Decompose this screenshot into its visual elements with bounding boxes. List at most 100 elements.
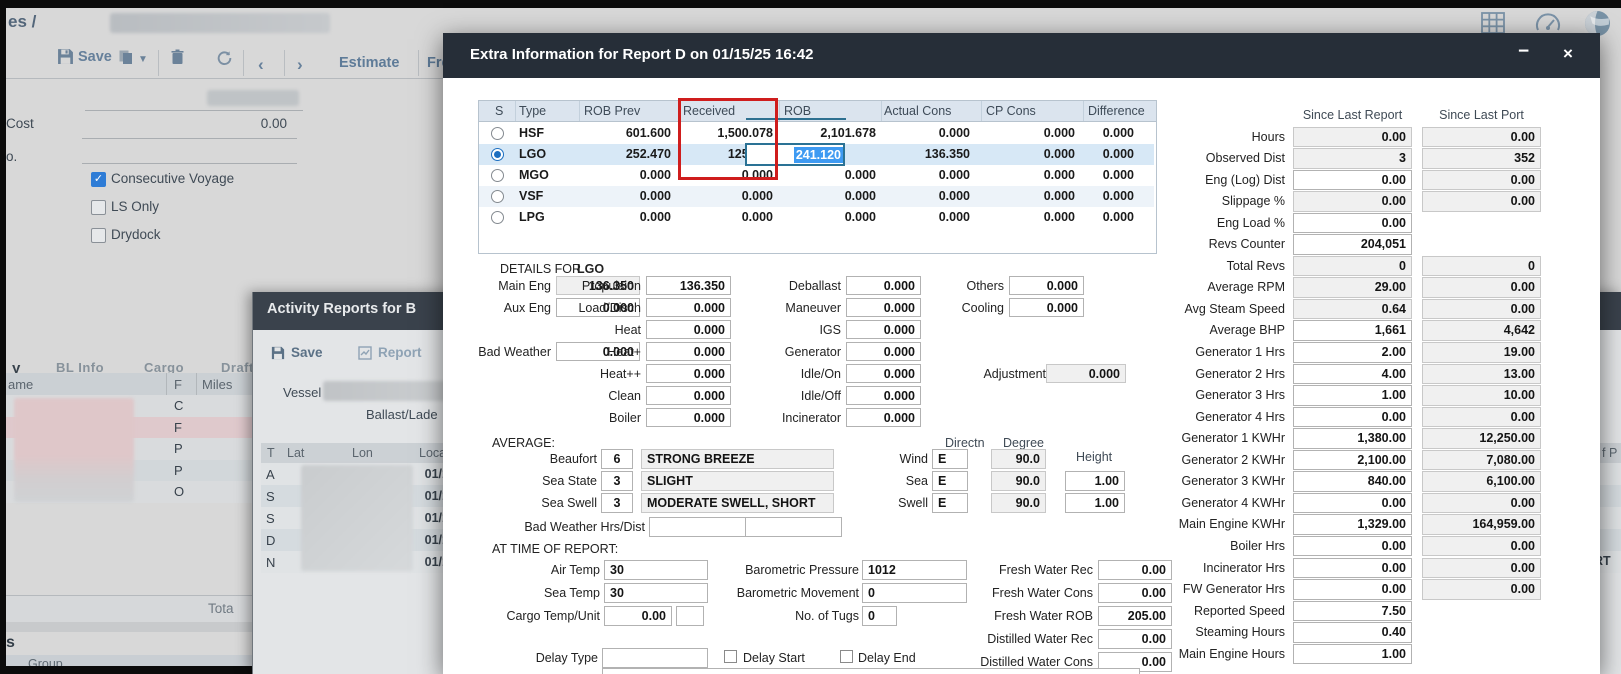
generator-3-hrs-since-last-report[interactable]: 1.00 bbox=[1293, 385, 1412, 406]
bad-weather-hrs-input[interactable] bbox=[649, 517, 746, 537]
generator-4-hrs-since-last-report[interactable]: 0.00 bbox=[1293, 407, 1412, 428]
reported-speed-since-last-report[interactable]: 7.50 bbox=[1293, 601, 1412, 622]
idle-on-label: Idle/On bbox=[801, 367, 841, 381]
save-button[interactable]: Save bbox=[78, 49, 112, 65]
next-button[interactable]: › bbox=[297, 55, 303, 75]
generator-2-kwhr-since-last-report[interactable]: 2,100.00 bbox=[1293, 450, 1412, 471]
delay-remarks-input[interactable] bbox=[602, 668, 1140, 674]
observed-dist-label: Observed Dist bbox=[1206, 151, 1285, 165]
beaufort-input[interactable]: 6 bbox=[601, 449, 633, 469]
others-input[interactable]: 0.000 bbox=[1009, 276, 1084, 295]
cooling-input[interactable]: 0.000 bbox=[1009, 298, 1084, 317]
steaming-hours-since-last-report[interactable]: 0.40 bbox=[1293, 622, 1412, 643]
generator-2-kwhr-label: Generator 2 KWHr bbox=[1181, 453, 1285, 467]
minimize-button[interactable]: − bbox=[1518, 41, 1529, 63]
boiler-input[interactable]: 0.000 bbox=[646, 408, 731, 427]
fuel-row-select-radio[interactable] bbox=[491, 211, 504, 224]
rob-input[interactable]: 241.120 bbox=[745, 143, 845, 166]
activity-cell-type: N bbox=[266, 555, 275, 570]
checkbox-drydock[interactable] bbox=[91, 228, 106, 243]
fuel-row-select-radio[interactable] bbox=[491, 127, 504, 140]
vessel-label: Vessel bbox=[283, 385, 321, 400]
boiler-hrs-since-last-report[interactable]: 0.00 bbox=[1293, 536, 1412, 557]
delay-start-checkbox[interactable] bbox=[724, 650, 737, 663]
sea-temp-input[interactable]: 30 bbox=[604, 583, 708, 603]
prev-button[interactable]: ‹ bbox=[258, 55, 264, 75]
refresh-icon[interactable] bbox=[216, 49, 233, 66]
heat--input[interactable]: 0.000 bbox=[646, 342, 731, 361]
fuel-row-select-radio[interactable] bbox=[491, 148, 504, 161]
fuel-row-select-radio[interactable] bbox=[491, 169, 504, 182]
fuel-row-hsf[interactable]: HSF601.6001,500.0782,101.6780.0000.0000.… bbox=[479, 123, 1154, 144]
generator-input[interactable]: 0.000 bbox=[846, 342, 921, 361]
distilled-water-rec-input[interactable]: 0.00 bbox=[1098, 629, 1172, 649]
activity-save-button[interactable]: Save bbox=[291, 345, 323, 360]
revs-counter-since-last-report[interactable]: 204,051 bbox=[1293, 234, 1412, 255]
eng-load--since-last-report[interactable]: 0.00 bbox=[1293, 213, 1412, 234]
fw-generator-hrs-since-last-report[interactable]: 0.00 bbox=[1293, 579, 1412, 600]
igs-input[interactable]: 0.000 bbox=[846, 320, 921, 339]
fresh-water-rob-input[interactable]: 205.00 bbox=[1098, 606, 1172, 626]
load-disch-input[interactable]: 0.000 bbox=[646, 298, 731, 317]
average-bhp-since-last-report[interactable]: 1,661 bbox=[1293, 320, 1412, 341]
propulsion-input[interactable]: 136.350 bbox=[646, 276, 731, 295]
barometric-pressure-input[interactable]: 1012 bbox=[862, 560, 967, 580]
barometric-movement-input[interactable]: 0 bbox=[862, 583, 967, 603]
maneuver-input[interactable]: 0.000 bbox=[846, 298, 921, 317]
sea-state-input[interactable]: 3 bbox=[601, 471, 633, 491]
checkbox-ls-only[interactable] bbox=[91, 200, 106, 215]
eng-log-dist-since-last-report[interactable]: 0.00 bbox=[1293, 170, 1412, 191]
no.-of-tugs-input[interactable]: 0 bbox=[862, 606, 897, 626]
incinerator-input[interactable]: 0.000 bbox=[846, 408, 921, 427]
details-fuel-name: LGO bbox=[577, 262, 604, 276]
swell-height-input[interactable]: 1.00 bbox=[1065, 493, 1125, 513]
slippage--label: Slippage % bbox=[1222, 194, 1285, 208]
sea-swell-input[interactable]: 3 bbox=[601, 493, 633, 513]
estimate-button[interactable]: Estimate bbox=[339, 55, 399, 71]
close-button[interactable]: × bbox=[1563, 44, 1573, 64]
average-rpm-label: Average RPM bbox=[1207, 280, 1285, 294]
heat-input[interactable]: 0.000 bbox=[646, 320, 731, 339]
deballast-input[interactable]: 0.000 bbox=[846, 276, 921, 295]
delay-type-input[interactable] bbox=[602, 648, 708, 668]
main-engine-hours-since-last-report[interactable]: 1.00 bbox=[1293, 644, 1412, 665]
fuel-row-vsf[interactable]: VSF0.0000.0000.0000.0000.0000.000 bbox=[479, 186, 1154, 207]
dialog-header[interactable]: Extra Information for Report D on 01/15/… bbox=[443, 33, 1600, 78]
activity-report-button[interactable]: Report bbox=[378, 345, 422, 360]
copy-icon[interactable] bbox=[118, 49, 134, 65]
swell-direction-input[interactable]: E bbox=[932, 493, 968, 513]
idle-on-input[interactable]: 0.000 bbox=[846, 364, 921, 383]
details-for-label: DETAILS FOR bbox=[500, 262, 581, 276]
air-temp-input[interactable]: 30 bbox=[604, 560, 708, 580]
generator-4-kwhr-since-last-report[interactable]: 0.00 bbox=[1293, 493, 1412, 514]
beaufort-label: Beaufort bbox=[550, 452, 597, 466]
fuel-row-mgo[interactable]: MGO0.0000.0000.0000.0000.0000.000 bbox=[479, 165, 1154, 186]
cargo-temp-unit-unit-input[interactable] bbox=[676, 606, 704, 626]
aux-eng-label: Aux Eng bbox=[504, 301, 551, 315]
dashboard-gauge-icon[interactable] bbox=[1535, 12, 1561, 35]
grid-view-icon[interactable] bbox=[1480, 11, 1506, 35]
sea-direction-input[interactable]: E bbox=[932, 471, 968, 491]
main-engine-kwhr-since-last-report[interactable]: 1,329.00 bbox=[1293, 514, 1412, 535]
fuel-row-select-radio[interactable] bbox=[491, 190, 504, 203]
sea-height-input[interactable]: 1.00 bbox=[1065, 471, 1125, 491]
generator-1-hrs-since-last-report[interactable]: 2.00 bbox=[1293, 342, 1412, 363]
bad-weather-dist-input[interactable] bbox=[745, 517, 842, 537]
wind-direction-input[interactable]: E bbox=[932, 449, 968, 469]
incinerator-hrs-since-last-report[interactable]: 0.00 bbox=[1293, 558, 1412, 579]
heat--input[interactable]: 0.000 bbox=[646, 364, 731, 383]
generator-3-kwhr-since-last-report[interactable]: 840.00 bbox=[1293, 471, 1412, 492]
delete-icon[interactable] bbox=[170, 49, 185, 65]
clean-input[interactable]: 0.000 bbox=[646, 386, 731, 405]
generator-4-hrs-label: Generator 4 Hrs bbox=[1195, 410, 1285, 424]
cargo-temp-unit-input[interactable]: 0.00 bbox=[604, 606, 672, 626]
generator-1-kwhr-since-last-report[interactable]: 1,380.00 bbox=[1293, 428, 1412, 449]
fresh-water-rec-input[interactable]: 0.00 bbox=[1098, 560, 1172, 580]
fresh-water-cons-input[interactable]: 0.00 bbox=[1098, 583, 1172, 603]
fuel-row-lpg[interactable]: LPG0.0000.0000.0000.0000.0000.000 bbox=[479, 207, 1154, 228]
delay-end-checkbox[interactable] bbox=[840, 650, 853, 663]
generator-2-hrs-since-last-report[interactable]: 4.00 bbox=[1293, 364, 1412, 385]
idle-off-input[interactable]: 0.000 bbox=[846, 386, 921, 405]
checkbox-consecutive-voyage[interactable]: ✓ bbox=[91, 172, 106, 187]
copy-dropdown-caret-icon[interactable]: ▼ bbox=[138, 54, 148, 65]
